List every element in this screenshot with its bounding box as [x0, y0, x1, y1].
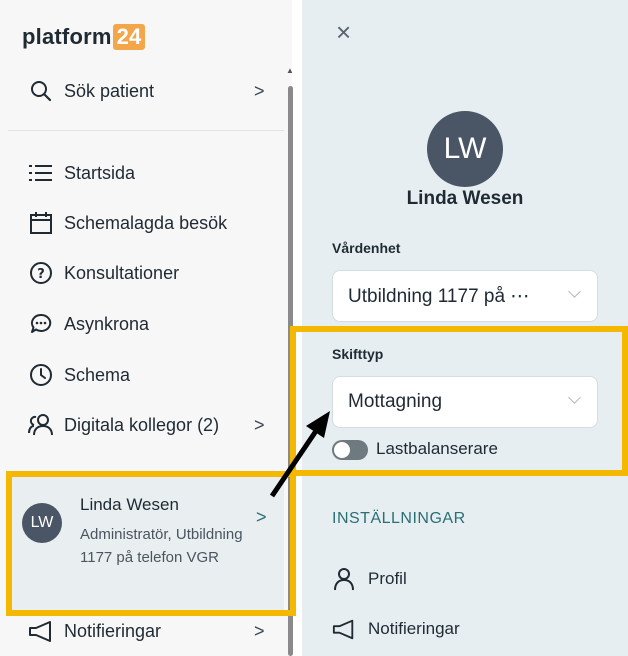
annotation-highlight-user-card [6, 471, 296, 616]
sidebar-item-label: Schema [64, 364, 131, 385]
person-icon [332, 567, 356, 591]
sidebar-item-schemalagda-besok[interactable]: Schemalagda besök [0, 198, 284, 248]
vardenhet-value: Utbildning 1177 på ⋯ [348, 285, 530, 307]
panel-item-label: Notifieringar [368, 619, 460, 638]
chevron-right-icon: > [254, 620, 265, 641]
vardenhet-label: Vårdenhet [332, 240, 401, 256]
sidebar-item-label: Notifieringar [64, 620, 162, 641]
search-patient-item[interactable]: Sök patient > [0, 66, 284, 116]
megaphone-icon [28, 618, 54, 644]
platform24-logo[interactable]: platform 24 [22, 24, 146, 50]
chevron-right-icon: > [254, 80, 265, 101]
chevron-down-icon [568, 285, 581, 298]
calendar-icon [28, 210, 54, 236]
panel-item-label: Profil [368, 569, 407, 588]
people-icon [28, 412, 54, 438]
sidebar-item-label: Asynkrona [64, 313, 150, 334]
logo-badge: 24 [112, 24, 146, 50]
panel-user-name: Linda Wesen [406, 188, 524, 209]
svg-text:?: ? [37, 267, 45, 282]
divider [8, 130, 284, 131]
sidebar-item-startsida[interactable]: Startsida [0, 148, 284, 198]
sidebar-item-label: Schemalagda besök [64, 212, 228, 233]
sidebar-item-konsultationer[interactable]: ? Konsultationer [0, 248, 284, 298]
panel-item-profil[interactable]: Profil [332, 564, 407, 594]
annotation-arrow-icon [269, 411, 330, 498]
avatar-large: LW [427, 111, 503, 187]
list-icon [28, 160, 54, 186]
search-patient-label: Sök patient [64, 80, 155, 101]
close-button[interactable]: × [336, 19, 360, 45]
scroll-up-arrow-icon[interactable]: ▲ [286, 66, 294, 76]
sidebar-item-label: Konsultationer [64, 262, 180, 283]
chevron-right-icon: > [254, 414, 265, 435]
question-circle-icon: ? [28, 260, 54, 286]
sidebar-item-asynkrona[interactable]: Asynkrona [0, 299, 284, 349]
settings-section-title: INSTÄLLNINGAR [332, 510, 466, 527]
sidebar-item-label: Startsida [64, 162, 136, 183]
annotation-highlight-skifttyp [290, 326, 628, 476]
sidebar-item-digitala-kollegor[interactable]: Digitala kollegor (2) > [0, 400, 284, 450]
sidebar-item-label: Digitala kollegor (2) [64, 414, 220, 435]
clock-icon [28, 362, 54, 388]
search-icon [28, 78, 54, 104]
panel-item-notifieringar[interactable]: Notifieringar [332, 614, 460, 644]
chat-bubbles-icon [28, 311, 54, 337]
logo-text: platform [22, 24, 112, 49]
megaphone-icon [332, 617, 356, 641]
sidebar-item-schema[interactable]: Schema [0, 350, 284, 400]
vardenhet-select[interactable]: Utbildning 1177 på ⋯ [332, 270, 598, 322]
